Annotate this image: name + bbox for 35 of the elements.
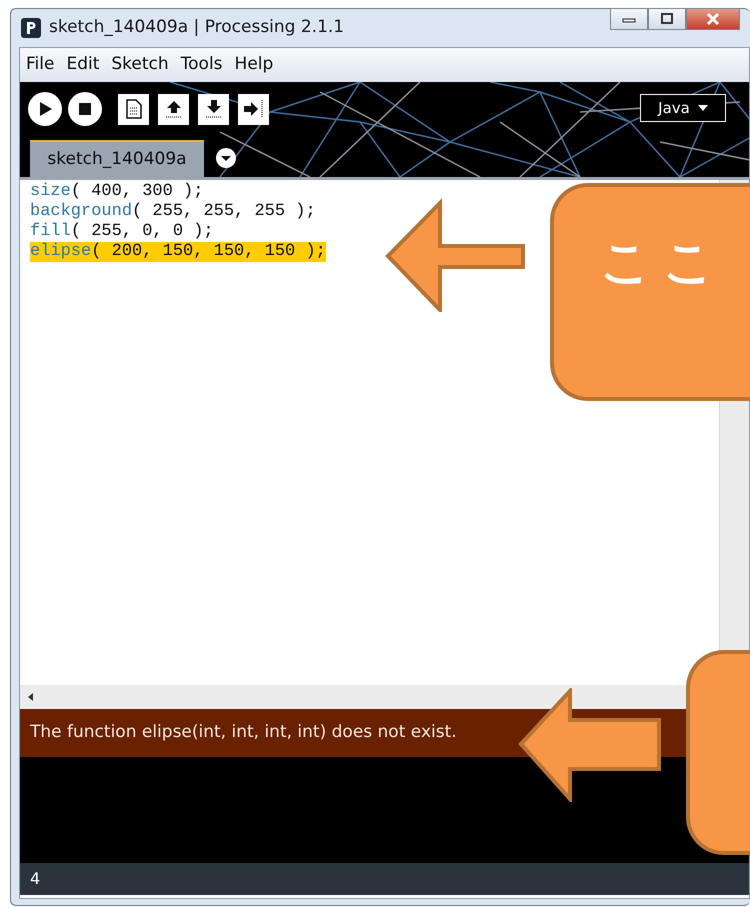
new-button[interactable] [118,94,149,124]
line-number: 4 [30,868,40,890]
window-title: sketch_140409a | Processing 2.1.1 [49,16,344,40]
document-icon [126,99,142,119]
menu-item[interactable]: Tools [180,52,223,78]
play-icon [37,101,53,117]
app-logo-icon [21,18,41,38]
close-button[interactable] [686,8,740,30]
save-button[interactable] [198,94,229,124]
code-line: fill( 255, 0, 0 ); [30,222,214,242]
scroll-left-icon[interactable] [28,693,33,701]
stop-button[interactable] [68,92,102,126]
export-button[interactable] [238,94,269,124]
close-icon [705,12,721,26]
maximize-button[interactable] [648,8,686,30]
editor-tab[interactable]: sketch_140409a [30,140,204,177]
stop-icon [79,103,91,115]
code-line: background( 255, 255, 255 ); [30,202,316,222]
callout-text: ここ [600,232,726,293]
mode-dropdown[interactable]: Java [640,94,726,122]
tab-menu-icon[interactable] [216,148,236,168]
menu-item[interactable]: Help [234,52,274,78]
menu-item[interactable]: File [26,52,54,78]
minimize-button[interactable] [610,8,648,30]
open-button[interactable] [158,94,189,124]
code-line: size( 400, 300 ); [30,182,204,202]
run-button[interactable] [28,92,62,126]
down-arrow-icon [204,99,222,119]
right-arrow-icon [242,99,264,119]
caret-icon [698,105,708,111]
menu-item[interactable]: Sketch [111,52,169,78]
up-arrow-icon [164,99,182,119]
error-message: The function elipse(int, int, int, int) does not exist. [30,721,457,744]
maximize-icon [660,13,674,25]
menu-item[interactable]: Edit [66,52,100,78]
